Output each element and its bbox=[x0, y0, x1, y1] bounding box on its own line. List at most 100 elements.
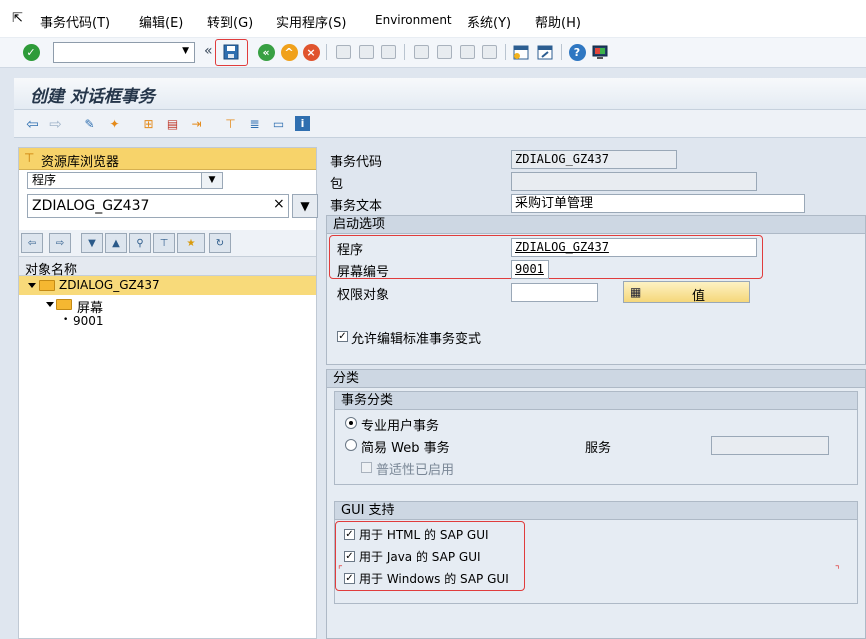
allow-variant-checkbox[interactable]: ✓ bbox=[337, 331, 348, 342]
program-label: 程序 bbox=[337, 243, 364, 258]
find-icon[interactable] bbox=[357, 43, 375, 61]
list-icon[interactable]: ≣ bbox=[246, 115, 263, 132]
value-button[interactable]: ▦ 值 bbox=[623, 281, 750, 304]
where-used-icon[interactable]: ▤ bbox=[164, 115, 181, 132]
enter-check-icon[interactable]: ✓ bbox=[22, 43, 40, 61]
info-icon[interactable]: i bbox=[294, 115, 311, 132]
gui-support-header: GUI 支持 bbox=[334, 501, 858, 520]
help-icon[interactable]: ? bbox=[568, 43, 586, 61]
collapse-icon[interactable]: « bbox=[204, 43, 213, 59]
object-type-select[interactable]: 程序 bbox=[27, 172, 223, 189]
exit-menu-icon[interactable]: ⇱ bbox=[12, 11, 23, 26]
radio-easy-web[interactable] bbox=[345, 439, 357, 451]
start-options-title: 启动选项 bbox=[333, 217, 386, 232]
expand-triangle-icon[interactable] bbox=[28, 283, 36, 288]
text-field[interactable]: 采购订单管理 bbox=[511, 194, 805, 213]
other-object-icon[interactable]: ⊞ bbox=[140, 115, 157, 132]
repository-browser: ⊤ 资源库浏览器 程序 ▼ ZDIALOG_GZ437 × ▼ ⇦ ⇨ ▼ ▲ … bbox=[18, 147, 318, 639]
folder-icon bbox=[56, 299, 72, 310]
program-field[interactable]: ZDIALOG_GZ437 bbox=[511, 238, 757, 257]
table-icon[interactable]: ▭ bbox=[270, 115, 287, 132]
screen-label: 屏幕编号 bbox=[337, 265, 390, 280]
gui-windows-checkbox[interactable]: ✓ bbox=[344, 573, 355, 584]
gui-support-title: GUI 支持 bbox=[341, 503, 395, 518]
classification-header: 分类 bbox=[326, 369, 866, 388]
favorites-icon[interactable]: ★ bbox=[177, 233, 205, 253]
menu-environment[interactable]: Environment bbox=[375, 13, 452, 27]
title-bar: 创建 对话框事务 bbox=[14, 78, 866, 110]
program-value: ZDIALOG_GZ437 bbox=[515, 240, 609, 254]
first-page-icon[interactable] bbox=[412, 43, 430, 61]
tcode-value: ZDIALOG_GZ437 bbox=[515, 152, 609, 166]
find-next-icon[interactable] bbox=[379, 43, 397, 61]
print-icon[interactable] bbox=[334, 43, 352, 61]
object-dropdown-button[interactable]: ▼ bbox=[292, 194, 318, 218]
object-name-input[interactable]: ZDIALOG_GZ437 bbox=[27, 194, 289, 218]
menu-transaction[interactable]: 事务代码(T) bbox=[40, 12, 110, 31]
transaction-class-header: 事务分类 bbox=[334, 391, 858, 410]
chevron-down-icon[interactable]: ▼ bbox=[182, 46, 189, 56]
radio-professional[interactable] bbox=[345, 417, 357, 429]
tree-label: 9001 bbox=[73, 314, 104, 328]
radio-easy-web-label: 简易 Web 事务 bbox=[361, 441, 450, 456]
refresh-icon[interactable]: ↻ bbox=[209, 233, 231, 253]
next-page-icon[interactable] bbox=[458, 43, 476, 61]
gui-java-checkbox[interactable]: ✓ bbox=[344, 551, 355, 562]
tcode-label: 事务代码 bbox=[330, 155, 383, 170]
folder-icon bbox=[39, 280, 55, 291]
last-page-icon[interactable] bbox=[480, 43, 498, 61]
expand-triangle-icon[interactable] bbox=[46, 302, 54, 307]
menu-utilities[interactable]: 实用程序(S) bbox=[276, 12, 346, 31]
command-field[interactable]: ▼ bbox=[53, 42, 195, 63]
radio-professional-label: 专业用户事务 bbox=[361, 419, 440, 434]
navigator-toolbar: ⇦ ⇨ ▼ ▲ ⚲ ⊤ ★ ↻ bbox=[19, 230, 316, 256]
toolbar-separator bbox=[561, 44, 562, 60]
create-session-icon[interactable] bbox=[512, 43, 530, 61]
tree-node-program[interactable]: ZDIALOG_GZ437 bbox=[19, 276, 316, 295]
value-button-label: 值 bbox=[692, 289, 706, 304]
back-icon[interactable]: « bbox=[257, 43, 275, 61]
screen-value: 9001 bbox=[515, 262, 544, 276]
hierarchy-icon[interactable]: ⊤ bbox=[222, 115, 239, 132]
repository-icon: ⊤ bbox=[24, 151, 35, 165]
package-label: 包 bbox=[330, 177, 344, 192]
allow-variant-label: 允许编辑标准事务变式 bbox=[351, 332, 482, 347]
menu-system[interactable]: 系统(Y) bbox=[467, 12, 511, 31]
customize-layout-icon[interactable] bbox=[591, 43, 609, 61]
auth-field[interactable] bbox=[511, 283, 598, 302]
previous-page-icon[interactable] bbox=[435, 43, 453, 61]
back-arrow-icon[interactable]: ⇦ bbox=[24, 115, 41, 133]
gui-html-checkbox[interactable]: ✓ bbox=[344, 529, 355, 540]
start-options-header: 启动选项 bbox=[326, 215, 866, 234]
tree-node-screens[interactable]: 屏幕 bbox=[19, 295, 316, 316]
nav-forward-icon[interactable]: ⇨ bbox=[49, 233, 71, 253]
toolbar-separator bbox=[505, 44, 506, 60]
activate-icon[interactable]: ✦ bbox=[106, 115, 123, 132]
navigate-icon[interactable]: ⇥ bbox=[188, 115, 205, 132]
display-change-icon[interactable]: ✎ bbox=[81, 115, 98, 132]
tree-label: ZDIALOG_GZ437 bbox=[59, 278, 160, 292]
standard-toolbar: ✓ ▼ « « ^ × ? bbox=[0, 38, 866, 68]
menu-goto[interactable]: 转到(G) bbox=[207, 12, 253, 31]
expand-icon[interactable]: ▼ bbox=[81, 233, 103, 253]
forward-arrow-icon[interactable]: ⇨ bbox=[47, 115, 64, 133]
chevron-down-icon[interactable]: ▼ bbox=[201, 172, 223, 189]
service-field bbox=[711, 436, 829, 455]
application-toolbar: ⇦ ⇨ ✎ ✦ ⊞ ▤ ⇥ ⊤ ≣ ▭ i bbox=[14, 110, 866, 138]
exit-icon[interactable]: ^ bbox=[280, 43, 298, 61]
find-icon[interactable]: ⚲ bbox=[129, 233, 151, 253]
nav-back-icon[interactable]: ⇦ bbox=[21, 233, 43, 253]
menu-edit[interactable]: 编辑(E) bbox=[139, 12, 183, 31]
save-icon[interactable] bbox=[222, 43, 240, 61]
clear-icon[interactable]: × bbox=[273, 196, 285, 212]
collapse-icon[interactable]: ▲ bbox=[105, 233, 127, 253]
tree-node-screen-9001[interactable]: • 9001 bbox=[19, 314, 316, 330]
screen-field[interactable]: 9001 bbox=[511, 260, 549, 279]
shortcut-icon[interactable] bbox=[536, 43, 554, 61]
toolbar-separator bbox=[326, 44, 327, 60]
tree-column-header: 对象名称 bbox=[19, 256, 316, 278]
menu-help[interactable]: 帮助(H) bbox=[535, 12, 581, 31]
text-value: 采购订单管理 bbox=[515, 196, 594, 211]
hierarchy-up-icon[interactable]: ⊤ bbox=[153, 233, 175, 253]
cancel-icon[interactable]: × bbox=[302, 43, 320, 61]
